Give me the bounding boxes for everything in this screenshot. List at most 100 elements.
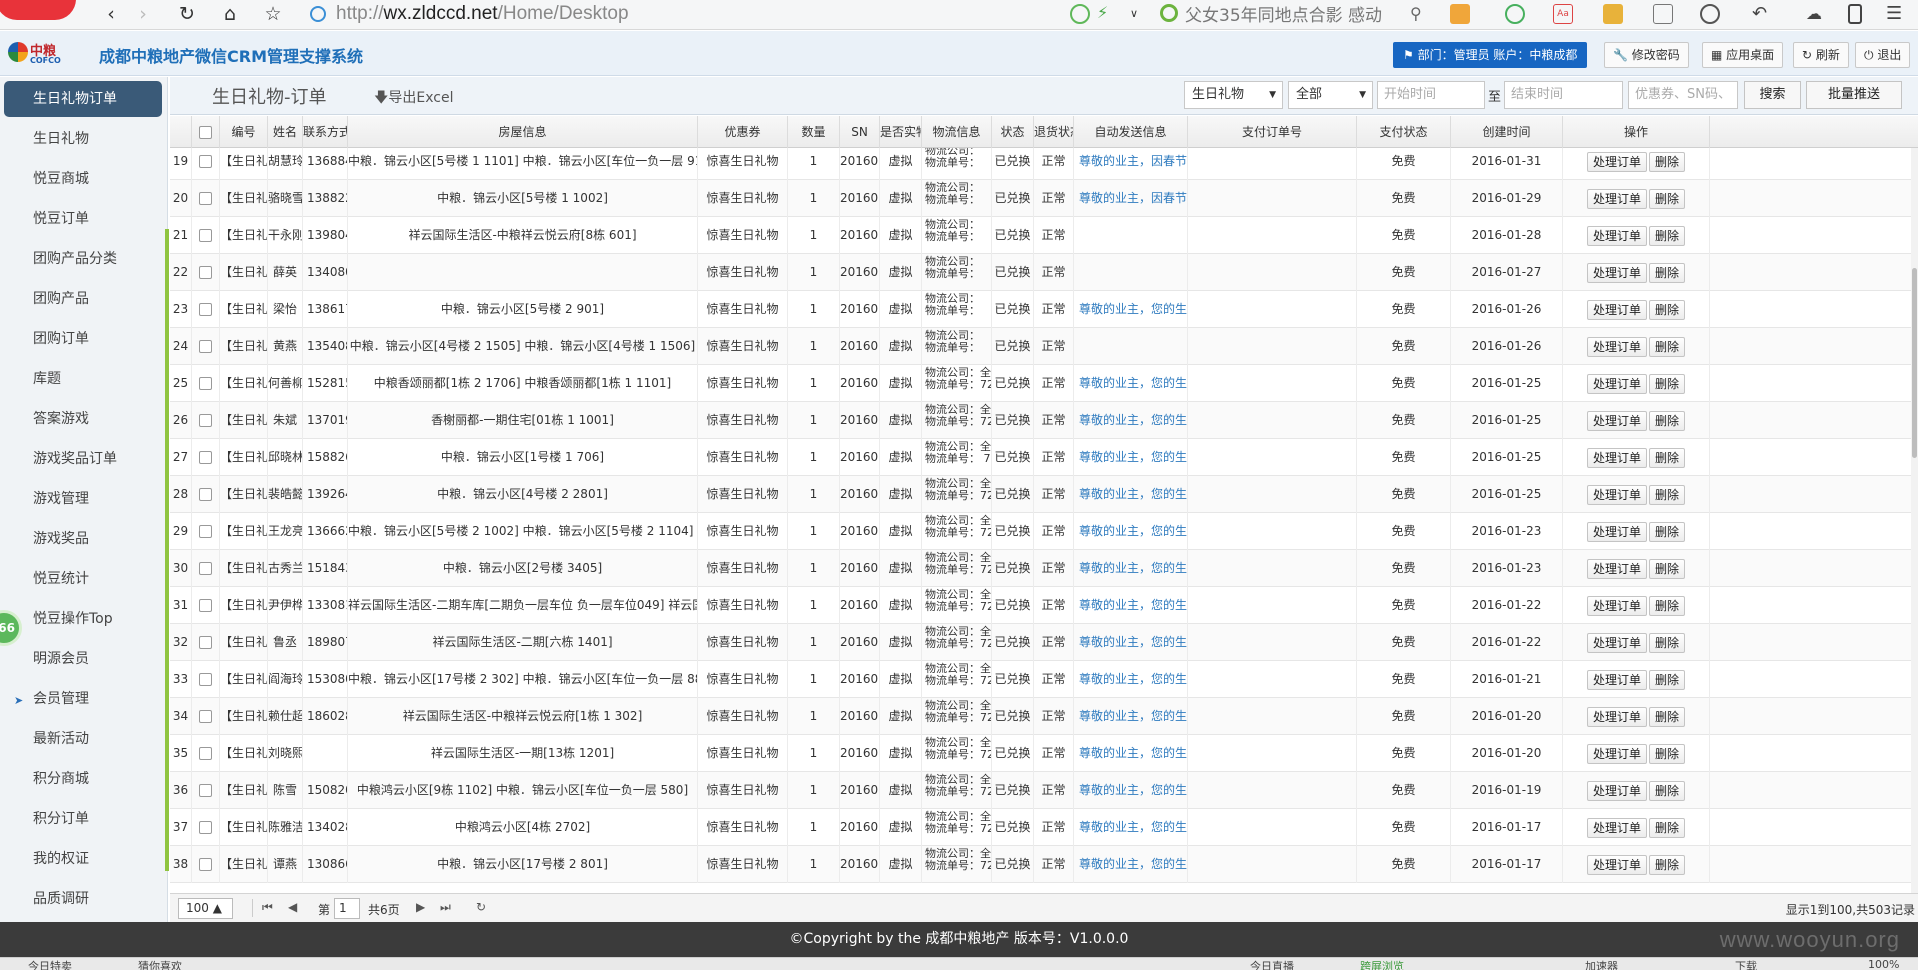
sidebar-item-my-rights[interactable]: 我的权证 bbox=[0, 841, 165, 877]
header-col-pay-order[interactable]: 支付订单号 bbox=[1188, 116, 1357, 148]
speed-icon[interactable]: ⚡ bbox=[1097, 4, 1117, 24]
row-select-cell[interactable] bbox=[192, 698, 220, 735]
auto-send-message[interactable]: 尊敬的业主，您的生日礼 bbox=[1074, 513, 1188, 550]
game-icon[interactable] bbox=[1603, 4, 1623, 24]
delete-button[interactable]: 删除 bbox=[1649, 373, 1686, 394]
row-checkbox[interactable] bbox=[199, 747, 212, 760]
sidebar-item-game-management[interactable]: 游戏管理 bbox=[0, 481, 165, 517]
header-col-actions[interactable]: 操作 bbox=[1563, 116, 1710, 148]
sidebar-item-latest-activities[interactable]: 最新活动 bbox=[0, 721, 165, 757]
sidebar-item-birthday-gifts[interactable]: 生日礼物 bbox=[0, 121, 165, 157]
header-col-auto-send[interactable]: 自动发送信息 bbox=[1074, 116, 1188, 148]
auto-send-message[interactable]: 尊敬的业主，您的生日礼 bbox=[1074, 809, 1188, 846]
header-col-logistics[interactable]: 物流信息 bbox=[922, 116, 992, 148]
row-select-cell[interactable] bbox=[192, 587, 220, 624]
row-select-cell[interactable] bbox=[192, 328, 220, 365]
auto-send-message[interactable]: 尊敬的业主，您的生日礼 bbox=[1074, 402, 1188, 439]
row-select-cell[interactable] bbox=[192, 624, 220, 661]
row-select-cell[interactable] bbox=[192, 846, 220, 883]
row-checkbox[interactable] bbox=[199, 451, 212, 464]
status-live[interactable]: 今日直播 bbox=[1250, 958, 1294, 970]
row-checkbox[interactable] bbox=[199, 636, 212, 649]
delete-button[interactable]: 删除 bbox=[1649, 854, 1686, 875]
row-checkbox[interactable] bbox=[199, 784, 212, 797]
row-select-cell[interactable] bbox=[192, 365, 220, 402]
dropdown-chevron-icon[interactable]: ∨ bbox=[1130, 4, 1150, 24]
process-order-button[interactable]: 处理订单 bbox=[1586, 521, 1647, 542]
sidebar-item-mingyuan-members[interactable]: 明源会员 bbox=[0, 641, 165, 677]
first-page-icon[interactable]: ⏮ bbox=[262, 900, 273, 915]
row-select-cell[interactable] bbox=[192, 180, 220, 217]
row-select-cell[interactable] bbox=[192, 550, 220, 587]
sidebar-item-bean-stats[interactable]: 悦豆统计 bbox=[0, 561, 165, 597]
delete-button[interactable]: 删除 bbox=[1649, 817, 1686, 838]
process-order-button[interactable]: 处理订单 bbox=[1586, 373, 1647, 394]
scrollbar-thumb[interactable] bbox=[1912, 268, 1917, 458]
header-col-house[interactable]: 房屋信息 bbox=[348, 116, 698, 148]
row-select-cell[interactable] bbox=[192, 772, 220, 809]
batch-push-button[interactable]: 批量推送 bbox=[1806, 81, 1902, 109]
row-checkbox[interactable] bbox=[199, 303, 212, 316]
change-password-button[interactable]: 🔧 修改密码 bbox=[1604, 42, 1689, 68]
table-row[interactable]: 32 【生日礼物】鲁丞189807祥云国际生活区-二期[六栋 1401]惊喜生日礼… bbox=[170, 624, 1918, 661]
process-order-button[interactable]: 处理订单 bbox=[1586, 595, 1647, 616]
process-order-button[interactable]: 处理订单 bbox=[1586, 151, 1647, 172]
reload-page-icon[interactable]: ↻ bbox=[476, 900, 486, 914]
reload-icon[interactable]: ↻ bbox=[176, 2, 198, 26]
table-row[interactable]: 29 【生日礼物】王龙亮136662中粮．锦云小区[5号楼 2 1002] 中粮．… bbox=[170, 513, 1918, 550]
sidebar-item-answer-game[interactable]: 答案游戏 bbox=[0, 401, 165, 437]
sidebar-item-game-prize-orders[interactable]: 游戏奖品订单 bbox=[0, 441, 165, 477]
delete-button[interactable]: 删除 bbox=[1649, 188, 1686, 209]
delete-button[interactable]: 删除 bbox=[1649, 225, 1686, 246]
select-all-checkbox[interactable] bbox=[199, 126, 212, 139]
sidebar-item-points-mall[interactable]: 积分商城 bbox=[0, 761, 165, 797]
auto-send-message[interactable]: 尊敬的业主，您的生日礼 bbox=[1074, 735, 1188, 772]
row-checkbox[interactable] bbox=[199, 414, 212, 427]
row-select-cell[interactable] bbox=[192, 217, 220, 254]
screenshot-icon[interactable] bbox=[1653, 4, 1673, 24]
logout-button[interactable]: ⏻ 退出 bbox=[1855, 42, 1911, 68]
table-row[interactable]: 27 【生日礼物】邱晓林158826中粮．锦云小区[1号楼 1 706]惊喜生日礼… bbox=[170, 439, 1918, 476]
auto-send-message[interactable]: 尊敬的业主，您的生日礼 bbox=[1074, 476, 1188, 513]
header-col-return-status[interactable]: 退货状态 bbox=[1034, 116, 1074, 148]
delete-button[interactable]: 删除 bbox=[1649, 447, 1686, 468]
process-order-button[interactable]: 处理订单 bbox=[1586, 262, 1647, 283]
process-order-button[interactable]: 处理订单 bbox=[1586, 780, 1647, 801]
header-col-status[interactable]: 状态 bbox=[992, 116, 1034, 148]
row-select-cell[interactable] bbox=[192, 291, 220, 328]
row-select-cell[interactable] bbox=[192, 402, 220, 439]
table-row[interactable]: 22 【生日礼物】薛英134080 惊喜生日礼物1201601虚拟物流公司：物流单号… bbox=[170, 254, 1918, 291]
delete-button[interactable]: 删除 bbox=[1649, 595, 1686, 616]
header-col-created[interactable]: 创建时间 bbox=[1451, 116, 1563, 148]
auto-send-message[interactable] bbox=[1074, 254, 1188, 291]
row-checkbox[interactable] bbox=[199, 488, 212, 501]
row-checkbox[interactable] bbox=[199, 340, 212, 353]
process-order-button[interactable]: 处理订单 bbox=[1586, 225, 1647, 246]
sidebar-item-member-management[interactable]: 会员管理 bbox=[0, 681, 165, 717]
row-select-cell[interactable] bbox=[192, 513, 220, 550]
table-row[interactable]: 20 【生日礼物】骆晓雪138822中粮．锦云小区[5号楼 1 1002]惊喜生日… bbox=[170, 180, 1918, 217]
row-select-cell[interactable] bbox=[192, 476, 220, 513]
delete-button[interactable]: 删除 bbox=[1649, 336, 1686, 357]
process-order-button[interactable]: 处理订单 bbox=[1586, 299, 1647, 320]
sidebar-item-birthday-gift-orders[interactable]: 生日礼物订单 bbox=[4, 81, 162, 117]
row-checkbox[interactable] bbox=[199, 525, 212, 538]
row-checkbox[interactable] bbox=[199, 192, 212, 205]
user-account-badge[interactable]: ⚑ 部门：管理员 账户：中粮成都 bbox=[1393, 42, 1588, 68]
vertical-scrollbar[interactable] bbox=[1911, 148, 1918, 893]
sidebar-item-bean-top[interactable]: 悦豆操作Top bbox=[0, 601, 165, 637]
header-select-all[interactable] bbox=[192, 116, 220, 148]
delete-button[interactable]: 删除 bbox=[1649, 706, 1686, 727]
sidebar-item-quality-survey[interactable]: 品质调研 bbox=[0, 881, 165, 917]
auto-send-message[interactable]: 尊敬的业主，您的生日礼 bbox=[1074, 772, 1188, 809]
table-row[interactable]: 36 【生日礼物】陈雪150820中粮鸿云小区[9栋 1102] 中粮．锦云小区[… bbox=[170, 772, 1918, 809]
bookmark-star-icon[interactable]: ☆ bbox=[262, 2, 284, 26]
table-row[interactable]: 33 【生日礼物】阎海玲153080中粮．锦云小区[17号楼 2 302] 中粮．… bbox=[170, 661, 1918, 698]
header-col-name[interactable]: 姓名 bbox=[268, 116, 303, 148]
table-row[interactable]: 25 【生日礼物】何善柳152815中粮香颂丽都[1栋 2 1706] 中粮香颂丽… bbox=[170, 365, 1918, 402]
export-excel-button[interactable]: 🡇导出Excel bbox=[374, 87, 454, 111]
table-row[interactable]: 31 【生日礼物】尹伊桦133081祥云国际生活区-二期车库[二期负一层车位 负一… bbox=[170, 587, 1918, 624]
process-order-button[interactable]: 处理订单 bbox=[1586, 706, 1647, 727]
row-checkbox[interactable] bbox=[199, 673, 212, 686]
header-col-sn[interactable]: SN bbox=[840, 116, 880, 148]
